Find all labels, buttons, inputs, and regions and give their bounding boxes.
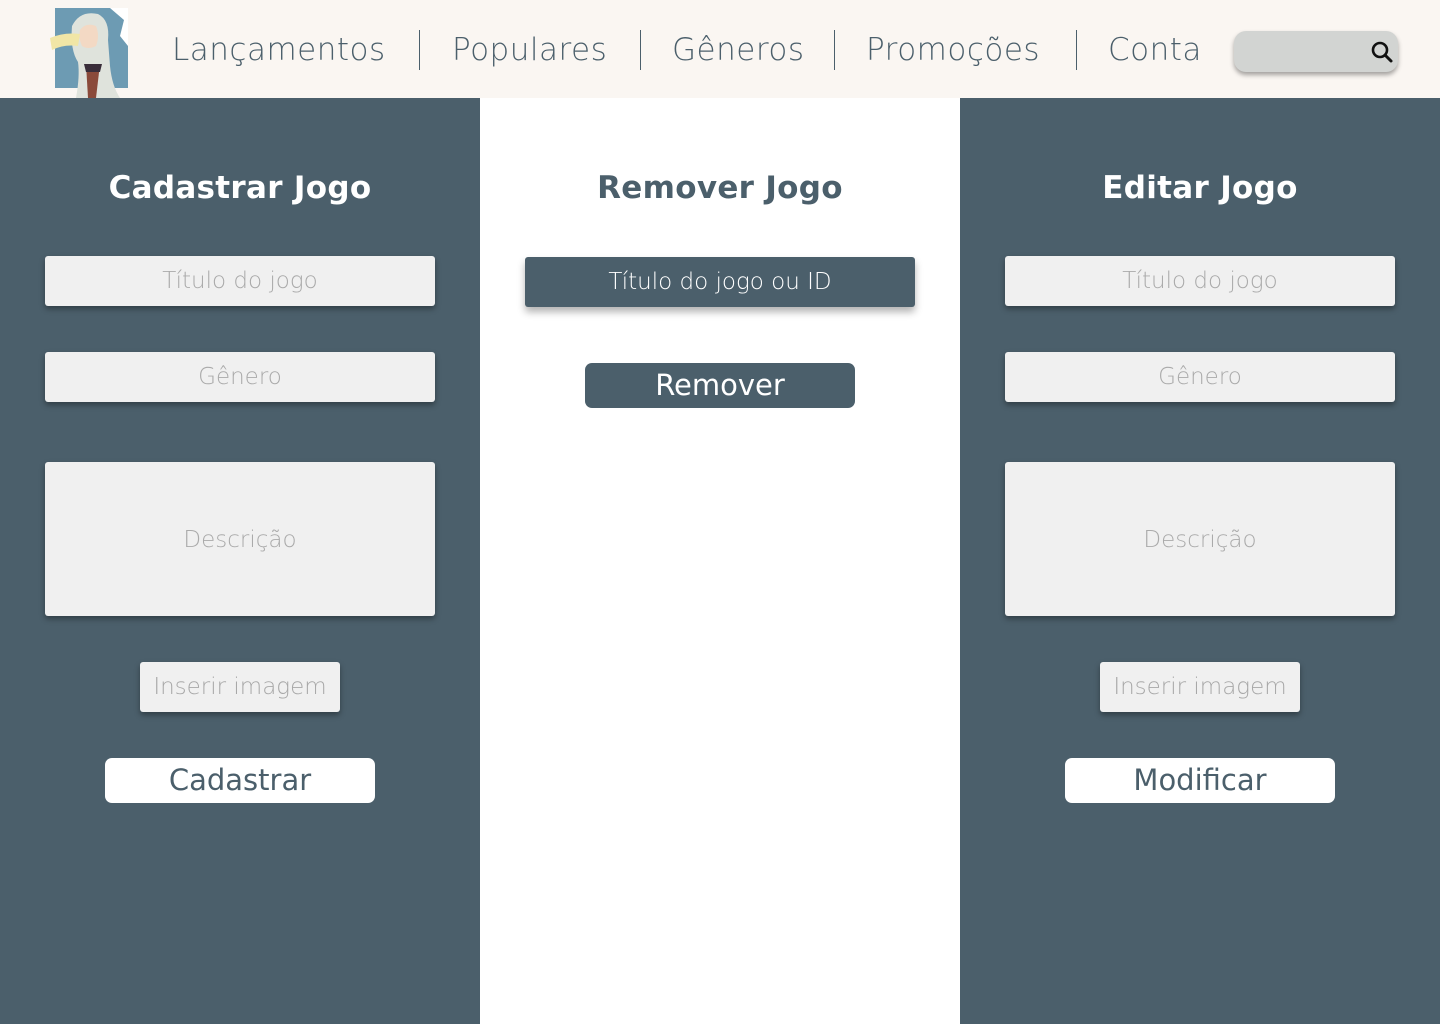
nav-divider <box>640 30 641 70</box>
register-submit-button[interactable]: Cadastrar <box>105 758 375 803</box>
register-game-panel: Cadastrar Jogo Inserir imagem Cadastrar <box>0 98 480 1024</box>
nav-divider <box>1076 30 1077 70</box>
edit-description-input[interactable] <box>1005 462 1395 616</box>
remove-game-panel: Remover Jogo Remover <box>480 98 960 1024</box>
nav-item-promocoes[interactable]: Promoções <box>866 28 1040 72</box>
register-insert-image-button[interactable]: Inserir imagem <box>140 662 340 712</box>
search-input[interactable] <box>1244 31 1362 72</box>
nav-item-generos[interactable]: Gêneros <box>672 28 805 72</box>
nav-item-populares[interactable]: Populares <box>452 28 607 72</box>
nav-divider <box>419 30 420 70</box>
remove-id-input[interactable] <box>525 257 915 307</box>
nav-divider <box>834 30 835 70</box>
register-genre-input[interactable] <box>45 352 435 402</box>
remove-game-title: Remover Jogo <box>597 170 843 206</box>
search-icon[interactable] <box>1370 40 1394 64</box>
edit-genre-input[interactable] <box>1005 352 1395 402</box>
register-description-input[interactable] <box>45 462 435 616</box>
register-title-input[interactable] <box>45 256 435 306</box>
edit-game-title: Editar Jogo <box>1102 170 1298 206</box>
nav-item-conta[interactable]: Conta <box>1108 28 1202 72</box>
top-navbar: Lançamentos Populares Gêneros Promoções … <box>0 0 1440 98</box>
logo-character-illustration[interactable] <box>50 6 132 98</box>
edit-insert-image-button[interactable]: Inserir imagem <box>1100 662 1300 712</box>
register-game-title: Cadastrar Jogo <box>108 170 372 206</box>
remove-submit-button[interactable]: Remover <box>585 363 855 408</box>
edit-title-input[interactable] <box>1005 256 1395 306</box>
edit-game-panel: Editar Jogo Inserir imagem Modificar <box>960 98 1440 1024</box>
edit-submit-button[interactable]: Modificar <box>1065 758 1335 803</box>
nav-item-lancamentos[interactable]: Lançamentos <box>172 28 386 72</box>
